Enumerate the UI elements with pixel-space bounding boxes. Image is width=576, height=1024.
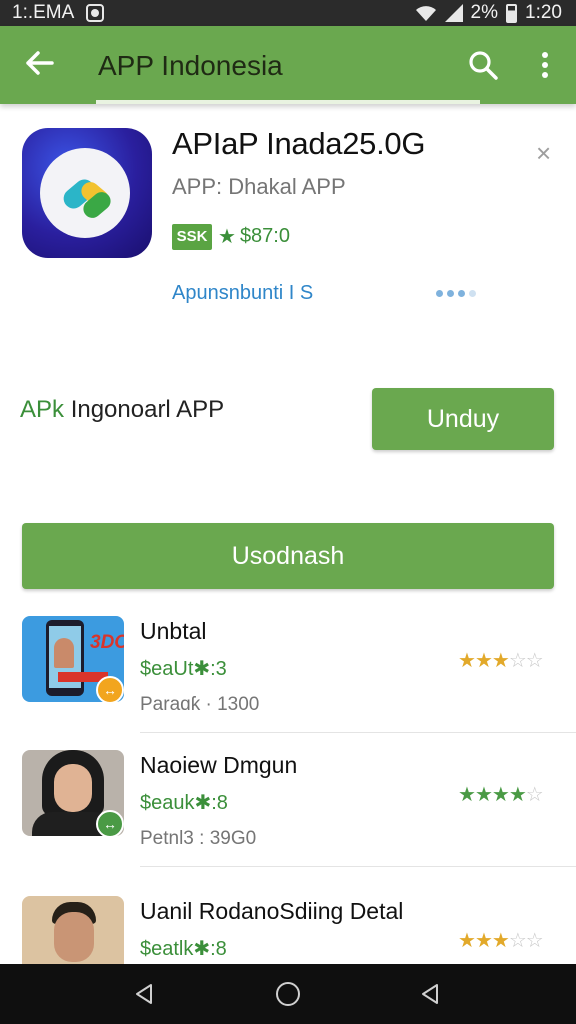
item-price: $eatlk✱:8 [140,938,227,960]
back-arrow-icon[interactable] [22,46,56,80]
signal-icon [444,4,463,22]
nav-home-icon[interactable] [276,982,300,1006]
item-price: $eauk✱:8 [140,792,228,814]
star-icon: ★ [508,784,527,806]
star-icon: ★ [474,930,493,952]
battery-percent: 2% [470,2,499,23]
item-thumbnail [22,896,124,964]
star-icon: ★ [474,784,493,806]
battery-icon [506,3,518,23]
item-name: Unbtal [140,618,207,644]
nav-recent-icon[interactable] [418,982,442,1006]
star-outline-icon: ☆ [508,650,527,672]
star-icon: ★ [491,930,510,952]
app-logo-icon [63,179,111,218]
star-icon: ★ [474,650,493,672]
wifi-icon [415,6,436,21]
app-name: APIaP Inada25.0G [172,126,426,161]
install-label: APk Ingonoarl APP [20,396,224,424]
tab-indicator [96,100,480,104]
item-meta: Petnl3 : 39G0 [140,828,257,849]
app-link[interactable]: Apunsnbunti I S [172,282,313,305]
star-outline-icon: ☆ [525,784,544,806]
item-rating-stars: ★★★☆☆ [458,928,544,953]
system-nav-bar [0,964,576,1024]
status-time-left: 1:.EMA [12,2,75,23]
close-icon[interactable]: × [536,138,551,169]
app-rating: ★ $87:0 [218,224,290,249]
status-bar: 1:.EMA 2% 1:20 [0,0,576,26]
app-rating-value: $87:0 [239,225,290,247]
content-rating-badge: SSK [172,224,212,250]
star-icon: ★ [218,226,236,248]
status-time: 1:20 [525,2,562,23]
app-bar: APP Indonesia [0,26,576,104]
download-button[interactable]: Unduy [372,388,554,450]
page-title: APP Indonesia [98,50,283,81]
item-name: Uanil RodanoSdiing Detal [140,898,404,924]
nav-back-icon[interactable] [132,982,156,1006]
item-rating-stars: ★★★☆☆ [458,648,544,673]
divider [140,732,576,733]
star-icon: ★ [458,784,476,806]
list-item[interactable]: ↔ Naoiew Dmgun $eauk✱:8 Petnl3 : 39G0 ★★… [0,750,576,890]
item-rating-stars: ★★★★☆ [458,782,544,807]
thumb-badge-icon: ↔ [96,676,124,704]
carousel-dots [436,290,476,297]
app-icon[interactable] [22,128,152,258]
star-icon: ★ [491,784,510,806]
star-icon: ★ [458,930,476,952]
search-icon[interactable] [466,48,500,82]
thumb-text: 3DO [90,632,124,653]
divider [140,866,576,867]
item-name: Naoiew Dmgun [140,752,298,778]
primary-action-button[interactable]: Usodnash [22,523,554,589]
app-developer[interactable]: APP: Dhakal APP [172,174,346,200]
star-icon: ★ [458,650,476,672]
item-price: $eaUt✱:3 [140,658,227,680]
star-outline-icon: ☆ [525,650,544,672]
thumb-badge-icon: ↔ [96,810,124,838]
notification-icon [86,4,105,22]
list-item[interactable]: Uanil RodanoSdiing Detal $eatlk✱:8 ★★★☆☆ [0,896,576,964]
install-label-prefix: APk [20,396,65,423]
more-vert-icon[interactable] [532,48,558,82]
star-icon: ★ [491,650,510,672]
star-outline-icon: ☆ [508,930,527,952]
list-item[interactable]: 3DO ↔ Unbtal $eaUt✱:3 Paraɑƙ · 1300 ★★★☆… [0,616,576,756]
install-label-text: Ingonoarl APP [70,396,225,423]
star-outline-icon: ☆ [525,930,544,952]
item-meta: Paraɑƙ · 1300 [140,694,260,715]
